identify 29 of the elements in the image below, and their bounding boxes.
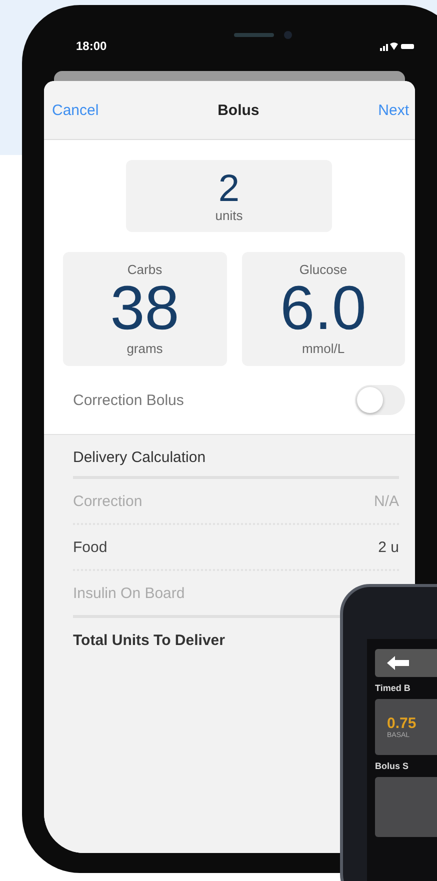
section-label: Bolus S — [375, 761, 410, 771]
row-value: N/A — [374, 492, 399, 510]
row-label: Total Units To Deliver — [73, 632, 225, 648]
row-label: Correction — [73, 492, 142, 510]
card-unit: grams — [126, 341, 163, 356]
bolus-tile[interactable] — [375, 777, 437, 837]
back-arrow-icon — [387, 656, 409, 670]
row-label: Insulin On Board — [73, 584, 185, 602]
units-label: units — [215, 208, 243, 222]
correction-bolus-label: Correction Bolus — [73, 392, 184, 408]
card-value: 38 — [110, 277, 180, 341]
card-label: Carbs — [127, 262, 162, 277]
units-card[interactable]: 2 units — [126, 160, 332, 232]
card-unit: mmol/L — [302, 341, 345, 356]
section-title: Delivery Calculation — [73, 447, 399, 479]
value-card[interactable]: Glucose 6.0 mmol/L — [242, 252, 405, 366]
row-value: 2 u — [378, 538, 399, 556]
units-value: 2 — [218, 170, 240, 208]
tile-value: 0.75 — [387, 715, 418, 732]
back-button[interactable] — [375, 649, 437, 677]
value-card[interactable]: Carbs 38 grams — [63, 252, 226, 366]
toggle-switch[interactable] — [355, 385, 405, 415]
status-icons — [380, 41, 414, 51]
screen-title: Bolus — [218, 102, 260, 118]
row-label: Food — [73, 538, 108, 556]
card-value: 6.0 — [280, 277, 366, 341]
card-label: Glucose — [299, 262, 348, 277]
status-time: 18:00 — [76, 39, 107, 53]
section-label: Timed B — [375, 683, 412, 693]
